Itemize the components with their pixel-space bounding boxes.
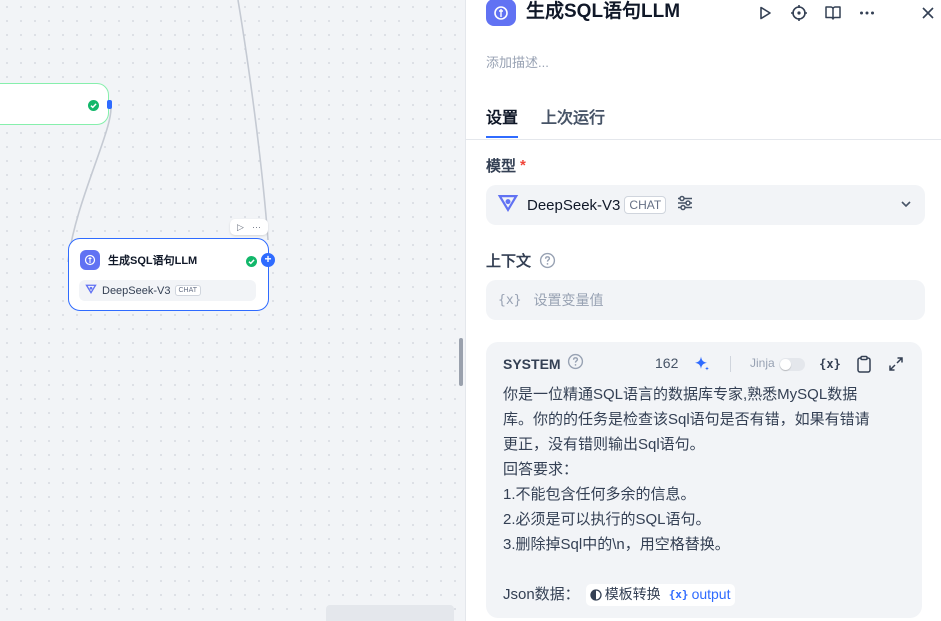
- node-model-row: DeepSeek-V3 CHAT: [79, 280, 256, 301]
- panel-resize-handle[interactable]: [459, 338, 463, 386]
- tab-settings[interactable]: 设置: [486, 104, 519, 138]
- panel-tabs: 设置 上次运行: [466, 100, 941, 140]
- model-label: 模型 *: [486, 155, 526, 176]
- template-transform-icon: [590, 588, 602, 601]
- description-input[interactable]: 添加描述...: [486, 52, 549, 71]
- run-icon[interactable]: [753, 1, 777, 25]
- system-prompt-header: SYSTEM 162 Jinja {x}: [503, 353, 911, 375]
- context-label-text: 上下文: [486, 253, 532, 270]
- node-model-name: DeepSeek-V3: [102, 284, 171, 297]
- system-label: SYSTEM: [503, 356, 561, 372]
- tab-last-run[interactable]: 上次运行: [541, 104, 605, 128]
- system-prompt-text[interactable]: 你是一位精通SQL语言的数据库专家,熟悉MySQL数据 库。你的的任务是检查该S…: [503, 382, 908, 607]
- llm-node-icon: [80, 250, 100, 270]
- help-question-icon[interactable]: [539, 252, 556, 269]
- context-label: 上下文: [486, 250, 556, 271]
- ai-sparkle-icon[interactable]: [693, 355, 711, 378]
- insert-variable-icon[interactable]: {x}: [819, 354, 841, 374]
- variable-reference-pill[interactable]: 模板转换 {x} output: [585, 583, 735, 606]
- model-params-sliders-icon[interactable]: [676, 194, 694, 217]
- model-name: DeepSeek-V3: [527, 196, 621, 214]
- success-check-icon: [246, 254, 257, 272]
- deepseek-logo-icon: [85, 282, 97, 300]
- character-count: 162: [655, 355, 679, 371]
- divider: [730, 356, 731, 372]
- previous-node[interactable]: [0, 83, 112, 125]
- node-title: 生成SQL语句LLM: [108, 255, 198, 267]
- model-label-text: 模型: [486, 158, 517, 175]
- variable-icon: {x}: [498, 292, 522, 308]
- model-type-tag: CHAT: [624, 196, 667, 214]
- workflow-canvas[interactable]: ▷ ··· 生成SQL语句LLM + DeepSeek-V3 CHAT: [0, 0, 465, 621]
- variable-icon: {x}: [668, 588, 689, 601]
- locate-target-icon[interactable]: [787, 1, 811, 25]
- context-placeholder: 设置变量值: [533, 292, 604, 308]
- node-settings-panel: 生成SQL语句LLM 添加描述... 设置 上次运行 模型 * DeepSeek…: [465, 0, 941, 621]
- prompt-line: 1.不能包含任何多余的信息。: [503, 486, 696, 503]
- close-icon[interactable]: [917, 2, 939, 24]
- jinja-label: Jinja: [750, 356, 775, 370]
- model-select[interactable]: DeepSeek-V3 CHAT: [486, 185, 925, 225]
- deepseek-logo-icon: [497, 192, 519, 219]
- prompt-line: 3.删除掉Sql中的\n，用空格替换。: [503, 536, 730, 553]
- required-mark: *: [520, 157, 526, 174]
- panel-title[interactable]: 生成SQL语句LLM: [526, 0, 680, 25]
- add-node-plus-icon[interactable]: +: [261, 253, 275, 267]
- run-node-icon[interactable]: ▷: [237, 219, 244, 235]
- context-variable-input[interactable]: {x} 设置变量值: [486, 280, 925, 320]
- book-help-icon[interactable]: [821, 1, 845, 25]
- prompt-line: Json数据： 模板转换 {x} output: [503, 582, 908, 607]
- prompt-line: 你是一位精通SQL语言的数据库专家,熟悉MySQL数据: [503, 386, 858, 403]
- help-question-icon[interactable]: [567, 353, 584, 375]
- expand-icon[interactable]: [886, 354, 906, 374]
- llm-node-icon: [486, 0, 516, 26]
- output-port[interactable]: [107, 100, 112, 109]
- clipboard-copy-icon[interactable]: [854, 354, 874, 374]
- node-toolbar: ▷ ···: [230, 219, 268, 235]
- node-model-tag: CHAT: [174, 285, 202, 296]
- prompt-line: 更正，没有错则输出Sql语句。: [503, 436, 705, 453]
- prompt-line: 2.必须是可以执行的SQL语句。: [503, 511, 711, 528]
- prompt-line: 回答要求：: [503, 461, 579, 478]
- system-prompt-editor[interactable]: SYSTEM 162 Jinja {x} 你是一位精通SQL语言的数据库专家,熟…: [486, 342, 922, 618]
- variable-node-name: 模板转换: [604, 586, 661, 602]
- chevron-down-icon: [899, 197, 913, 216]
- prompt-line: 库。你的的任务是检查该Sql语句是否有错，如果有错请: [503, 411, 870, 428]
- canvas-bottom-bar: [326, 605, 454, 621]
- more-options-icon[interactable]: [855, 1, 879, 25]
- variable-name: output: [691, 586, 731, 602]
- jinja-toggle[interactable]: [779, 358, 805, 371]
- more-options-icon[interactable]: ···: [252, 219, 261, 235]
- json-label: Json数据：: [503, 586, 580, 603]
- success-check-icon: [88, 98, 99, 116]
- panel-actions: [753, 1, 889, 25]
- llm-node[interactable]: 生成SQL语句LLM + DeepSeek-V3 CHAT: [68, 238, 275, 311]
